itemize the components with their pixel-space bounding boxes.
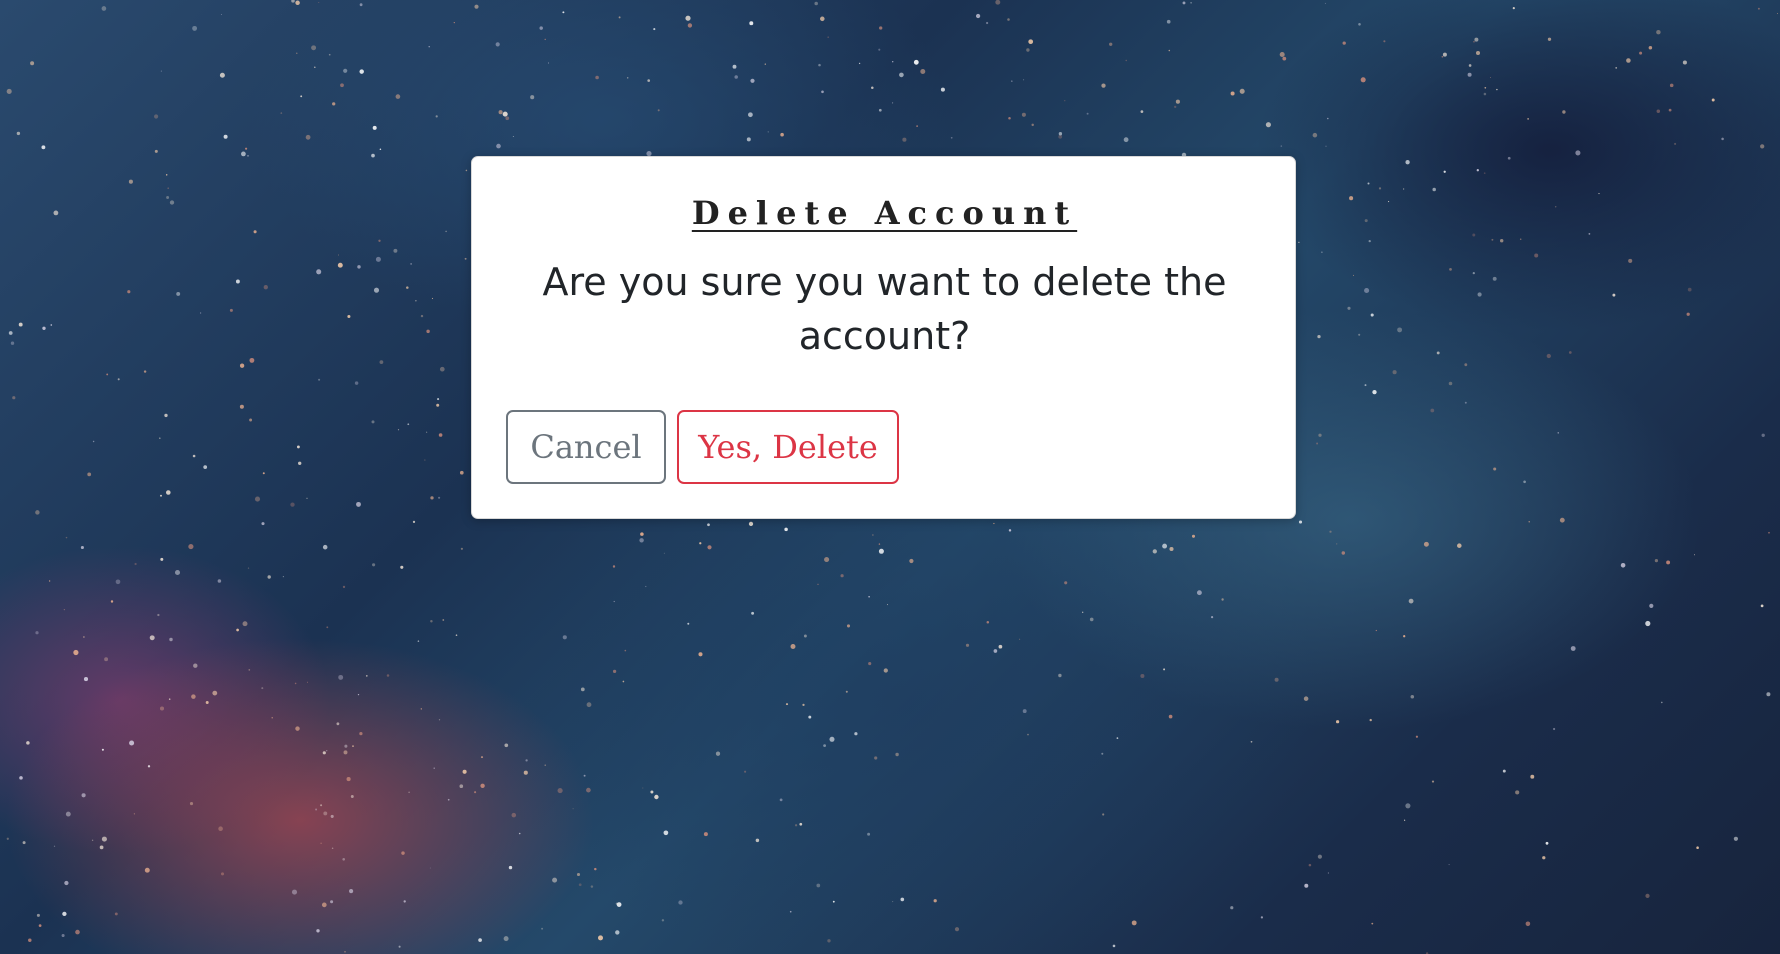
confirm-delete-button[interactable]: Yes, Delete bbox=[677, 410, 899, 484]
cancel-button[interactable]: Cancel bbox=[506, 410, 666, 484]
modal-title: Delete Account bbox=[691, 194, 1078, 232]
delete-account-modal: Delete Account Are you sure you want to … bbox=[471, 156, 1296, 519]
modal-message: Are you sure you want to delete the acco… bbox=[542, 260, 1227, 358]
